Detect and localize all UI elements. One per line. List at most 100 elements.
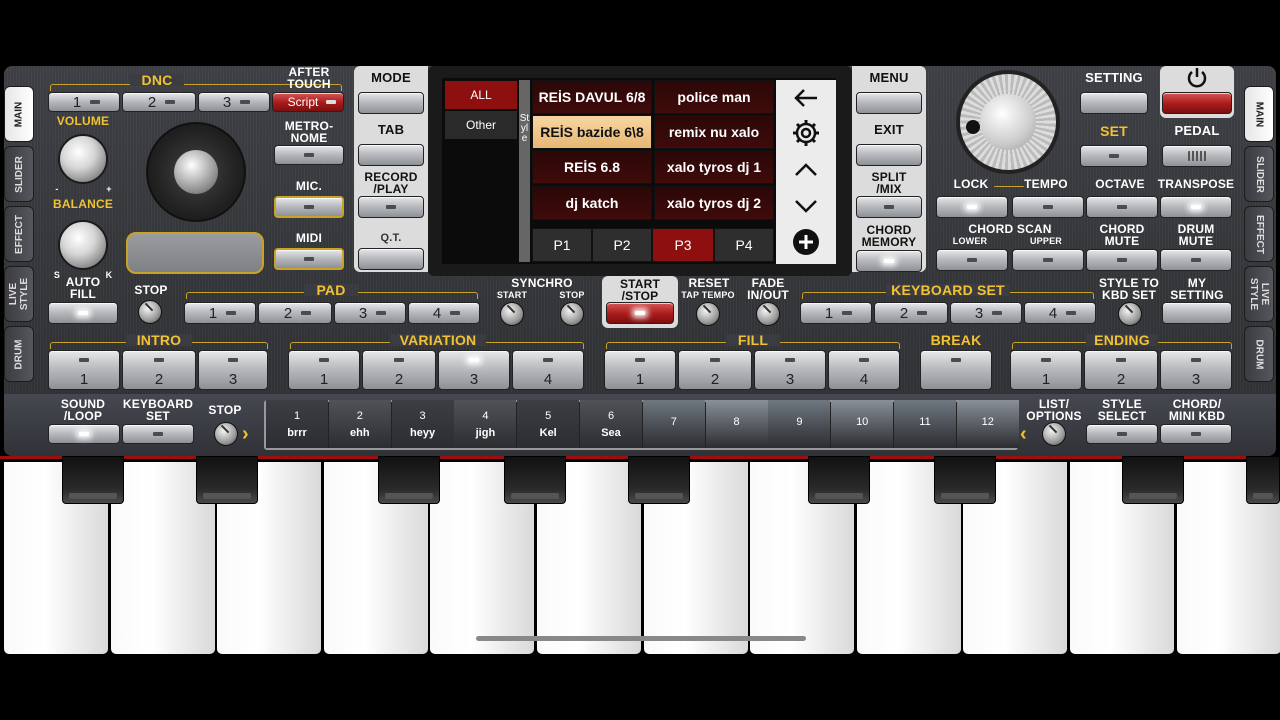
style-item[interactable]: police man <box>654 80 774 114</box>
tab-slider-right[interactable]: SLIDER <box>1244 146 1274 202</box>
chord-scan-upper-button[interactable] <box>1012 249 1084 271</box>
style-slot-8[interactable]: 8 <box>705 400 768 448</box>
page-p2[interactable]: P2 <box>592 228 652 262</box>
tab-effect-left[interactable]: EFFECT <box>4 206 34 262</box>
black-key[interactable] <box>1246 456 1280 504</box>
page-p1[interactable]: P1 <box>532 228 592 262</box>
variation-3-button[interactable]: 3 <box>438 350 510 390</box>
exit-button[interactable] <box>856 144 922 166</box>
style-slot-4[interactable]: 4 jigh <box>454 400 517 448</box>
sound-loop-button[interactable] <box>48 424 120 444</box>
chord-scan-lower-button[interactable] <box>936 249 1008 271</box>
style-select-button[interactable] <box>1086 424 1158 444</box>
intro-3-button[interactable]: 3 <box>198 350 268 390</box>
category-all[interactable]: ALL <box>445 81 517 109</box>
tempo-button[interactable] <box>1012 196 1084 218</box>
bottom-stop-knob[interactable] <box>214 422 238 446</box>
pad-4-button[interactable]: 4 <box>408 302 480 324</box>
add-icon[interactable] <box>776 224 836 260</box>
ending-1-button[interactable]: 1 <box>1010 350 1082 390</box>
tab-button[interactable] <box>358 144 424 166</box>
black-key[interactable] <box>1122 456 1184 504</box>
octave-button[interactable] <box>1086 196 1158 218</box>
chevron-up-icon[interactable] <box>776 152 836 188</box>
variation-4-button[interactable]: 4 <box>512 350 584 390</box>
mic-button[interactable] <box>274 196 344 218</box>
data-dial[interactable] <box>956 70 1060 174</box>
tab-drum-left[interactable]: DRUM <box>4 326 34 382</box>
tab-live-style-right[interactable]: LIVE STYLE <box>1244 266 1274 322</box>
variation-2-button[interactable]: 2 <box>362 350 436 390</box>
style-to-kbd-knob[interactable] <box>1118 302 1142 326</box>
pedal-button[interactable] <box>1162 145 1232 167</box>
touch-pad[interactable] <box>126 232 264 274</box>
style-slot-6[interactable]: 6 Sea <box>580 400 642 448</box>
gear-icon[interactable] <box>776 115 836 151</box>
black-key[interactable] <box>934 456 996 504</box>
style-slot-5[interactable]: 5 Kel <box>517 400 580 448</box>
ending-2-button[interactable]: 2 <box>1084 350 1158 390</box>
midi-button[interactable] <box>274 248 344 270</box>
chord-mute-button[interactable] <box>1086 249 1158 271</box>
keyboard-set-bottom-button[interactable] <box>122 424 194 444</box>
black-key[interactable] <box>628 456 690 504</box>
joystick-handle[interactable] <box>174 150 218 194</box>
style-item[interactable]: dj katch <box>532 186 652 220</box>
style-slot-9[interactable]: 9 <box>768 400 831 448</box>
split-mix-button[interactable] <box>856 196 922 218</box>
chord-memory-button[interactable] <box>856 250 922 272</box>
black-key[interactable] <box>808 456 870 504</box>
synchro-start-knob[interactable] <box>500 302 524 326</box>
page-p3[interactable]: P3 <box>652 228 714 262</box>
mode-button[interactable] <box>358 92 424 114</box>
kbd-set-4-button[interactable]: 4 <box>1024 302 1096 324</box>
fade-knob[interactable] <box>756 302 780 326</box>
volume-knob[interactable] <box>58 134 108 184</box>
transpose-button[interactable] <box>1160 196 1232 218</box>
start-stop-button[interactable] <box>606 302 674 324</box>
setting-button[interactable] <box>1080 92 1148 114</box>
category-other[interactable]: Other <box>445 111 517 139</box>
style-item[interactable]: remix nu xalo <box>654 115 774 149</box>
black-key[interactable] <box>504 456 566 504</box>
fill-2-button[interactable]: 2 <box>678 350 752 390</box>
balance-knob[interactable] <box>58 220 108 270</box>
black-key[interactable] <box>62 456 124 504</box>
set-button[interactable] <box>1080 145 1148 167</box>
pad-stop-knob[interactable] <box>138 300 162 324</box>
reset-tap-knob[interactable] <box>696 302 720 326</box>
script-button[interactable]: Script <box>272 92 344 112</box>
auto-fill-button[interactable] <box>48 302 118 324</box>
fill-4-button[interactable]: 4 <box>828 350 900 390</box>
break-button[interactable] <box>920 350 992 390</box>
page-p4[interactable]: P4 <box>714 228 774 262</box>
variation-1-button[interactable]: 1 <box>288 350 360 390</box>
record-play-button[interactable] <box>358 196 424 218</box>
style-item[interactable]: REİS DAVUL 6/8 <box>532 80 652 114</box>
intro-2-button[interactable]: 2 <box>122 350 196 390</box>
style-slot-1[interactable]: 1 brrr <box>266 400 328 448</box>
drum-mute-button[interactable] <box>1160 249 1232 271</box>
metronome-button[interactable] <box>274 145 344 165</box>
power-button[interactable] <box>1162 92 1232 114</box>
black-key[interactable] <box>196 456 258 504</box>
tab-main-left[interactable]: MAIN <box>4 86 34 142</box>
tab-live-style-left[interactable]: LIVE STYLE <box>4 266 34 322</box>
menu-button[interactable] <box>856 92 922 114</box>
qt-button[interactable] <box>358 248 424 270</box>
style-item[interactable]: xalo tyros dj 2 <box>654 186 774 220</box>
style-slot-7[interactable]: 7 <box>642 400 705 448</box>
tab-effect-right[interactable]: EFFECT <box>1244 206 1274 262</box>
style-slot-2[interactable]: 2 ehh <box>328 400 391 448</box>
style-item-selected[interactable]: REİS bazide 6\8 <box>532 115 652 149</box>
fill-1-button[interactable]: 1 <box>604 350 676 390</box>
style-slot-3[interactable]: 3 heyy <box>391 400 454 448</box>
style-item[interactable]: xalo tyros dj 1 <box>654 150 774 184</box>
tab-main-right[interactable]: MAIN <box>1244 86 1274 142</box>
synchro-stop-knob[interactable] <box>560 302 584 326</box>
style-slot-11[interactable]: 11 <box>894 400 956 448</box>
fill-3-button[interactable]: 3 <box>754 350 826 390</box>
joystick[interactable] <box>146 122 246 222</box>
style-slot-12[interactable]: 12 <box>956 400 1019 448</box>
tab-slider-left[interactable]: SLIDER <box>4 146 34 202</box>
